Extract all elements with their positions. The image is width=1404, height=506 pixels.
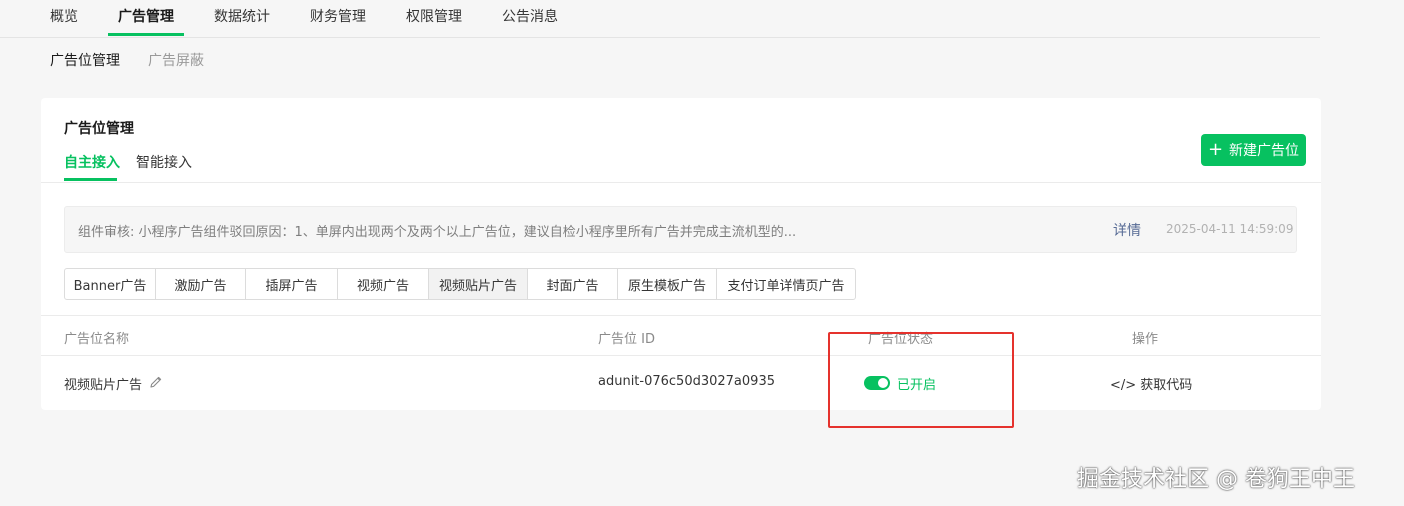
top-nav: 概览 广告管理 数据统计 财务管理 权限管理 公告消息 (0, 0, 1320, 38)
table-row: 视频贴片广告 adunit-076c50d3027a0935 已开启 </> 获… (41, 356, 1321, 410)
header-ad-unit-name: 广告位名称 (64, 332, 130, 347)
watermark: 掘金技术社区 @ 卷狗王中王 (1077, 467, 1355, 492)
header-actions: 操作 (1132, 332, 1159, 347)
ad-type-video[interactable]: 视频广告 (338, 269, 429, 299)
tab-self-access[interactable]: 自主接入 (64, 152, 120, 172)
plus-icon: + (1207, 139, 1224, 160)
nav-announcements[interactable]: 公告消息 (502, 6, 558, 26)
notice-text: 组件审核: 小程序广告组件驳回原因：1、单屏内出现两个及两个以上广告位，建议自检… (78, 225, 797, 240)
row-ad-unit-name: 视频贴片广告 (64, 378, 143, 393)
ad-type-banner[interactable]: Banner广告 (65, 269, 156, 299)
ad-type-native-template[interactable]: 原生模板广告 (618, 269, 717, 299)
header-ad-unit-id: 广告位 ID (598, 332, 655, 347)
ad-type-cover[interactable]: 封面广告 (528, 269, 618, 299)
nav-overview[interactable]: 概览 (50, 6, 78, 26)
nav-finance[interactable]: 财务管理 (310, 6, 366, 26)
ad-type-filter: Banner广告 激励广告 插屏广告 视频广告 视频贴片广告 封面广告 原生模板… (64, 268, 856, 300)
ad-unit-card: 广告位管理 自主接入 智能接入 + 新建广告位 组件审核: 小程序广告组件驳回原… (41, 98, 1321, 410)
table-header: 广告位名称 广告位 ID 广告位状态 操作 (41, 315, 1321, 356)
subnav-ad-blocking[interactable]: 广告屏蔽 (148, 50, 204, 70)
ad-type-payment-order[interactable]: 支付订单详情页广告 (717, 269, 855, 299)
nav-permissions[interactable]: 权限管理 (406, 6, 462, 26)
subnav-ad-unit-management[interactable]: 广告位管理 (50, 50, 120, 70)
notice-detail-link[interactable]: 详情 (1113, 220, 1141, 240)
edit-pencil-icon[interactable] (149, 374, 163, 388)
tabs-divider (41, 182, 1321, 183)
get-code-link[interactable]: </> 获取代码 (1110, 374, 1192, 393)
nav-data-statistics[interactable]: 数据统计 (214, 6, 270, 26)
ad-type-video-patch[interactable]: 视频贴片广告 (429, 269, 528, 299)
new-ad-unit-button[interactable]: + 新建广告位 (1201, 134, 1306, 166)
tab-smart-access[interactable]: 智能接入 (136, 152, 192, 172)
card-title: 广告位管理 (64, 121, 134, 137)
new-ad-unit-label: 新建广告位 (1229, 143, 1300, 159)
review-notice: 组件审核: 小程序广告组件驳回原因：1、单屏内出现两个及两个以上广告位，建议自检… (64, 206, 1297, 253)
row-ad-unit-id: adunit-076c50d3027a0935 (598, 374, 775, 389)
nav-ad-management[interactable]: 广告管理 (118, 6, 174, 26)
tab-active-indicator (64, 178, 117, 181)
annotation-highlight-box (828, 332, 1014, 428)
ad-type-rewarded[interactable]: 激励广告 (156, 269, 246, 299)
nav-active-indicator (108, 33, 184, 36)
ad-type-interstitial[interactable]: 插屏广告 (246, 269, 338, 299)
notice-time: 2025-04-11 14:59:09 (1166, 222, 1294, 236)
